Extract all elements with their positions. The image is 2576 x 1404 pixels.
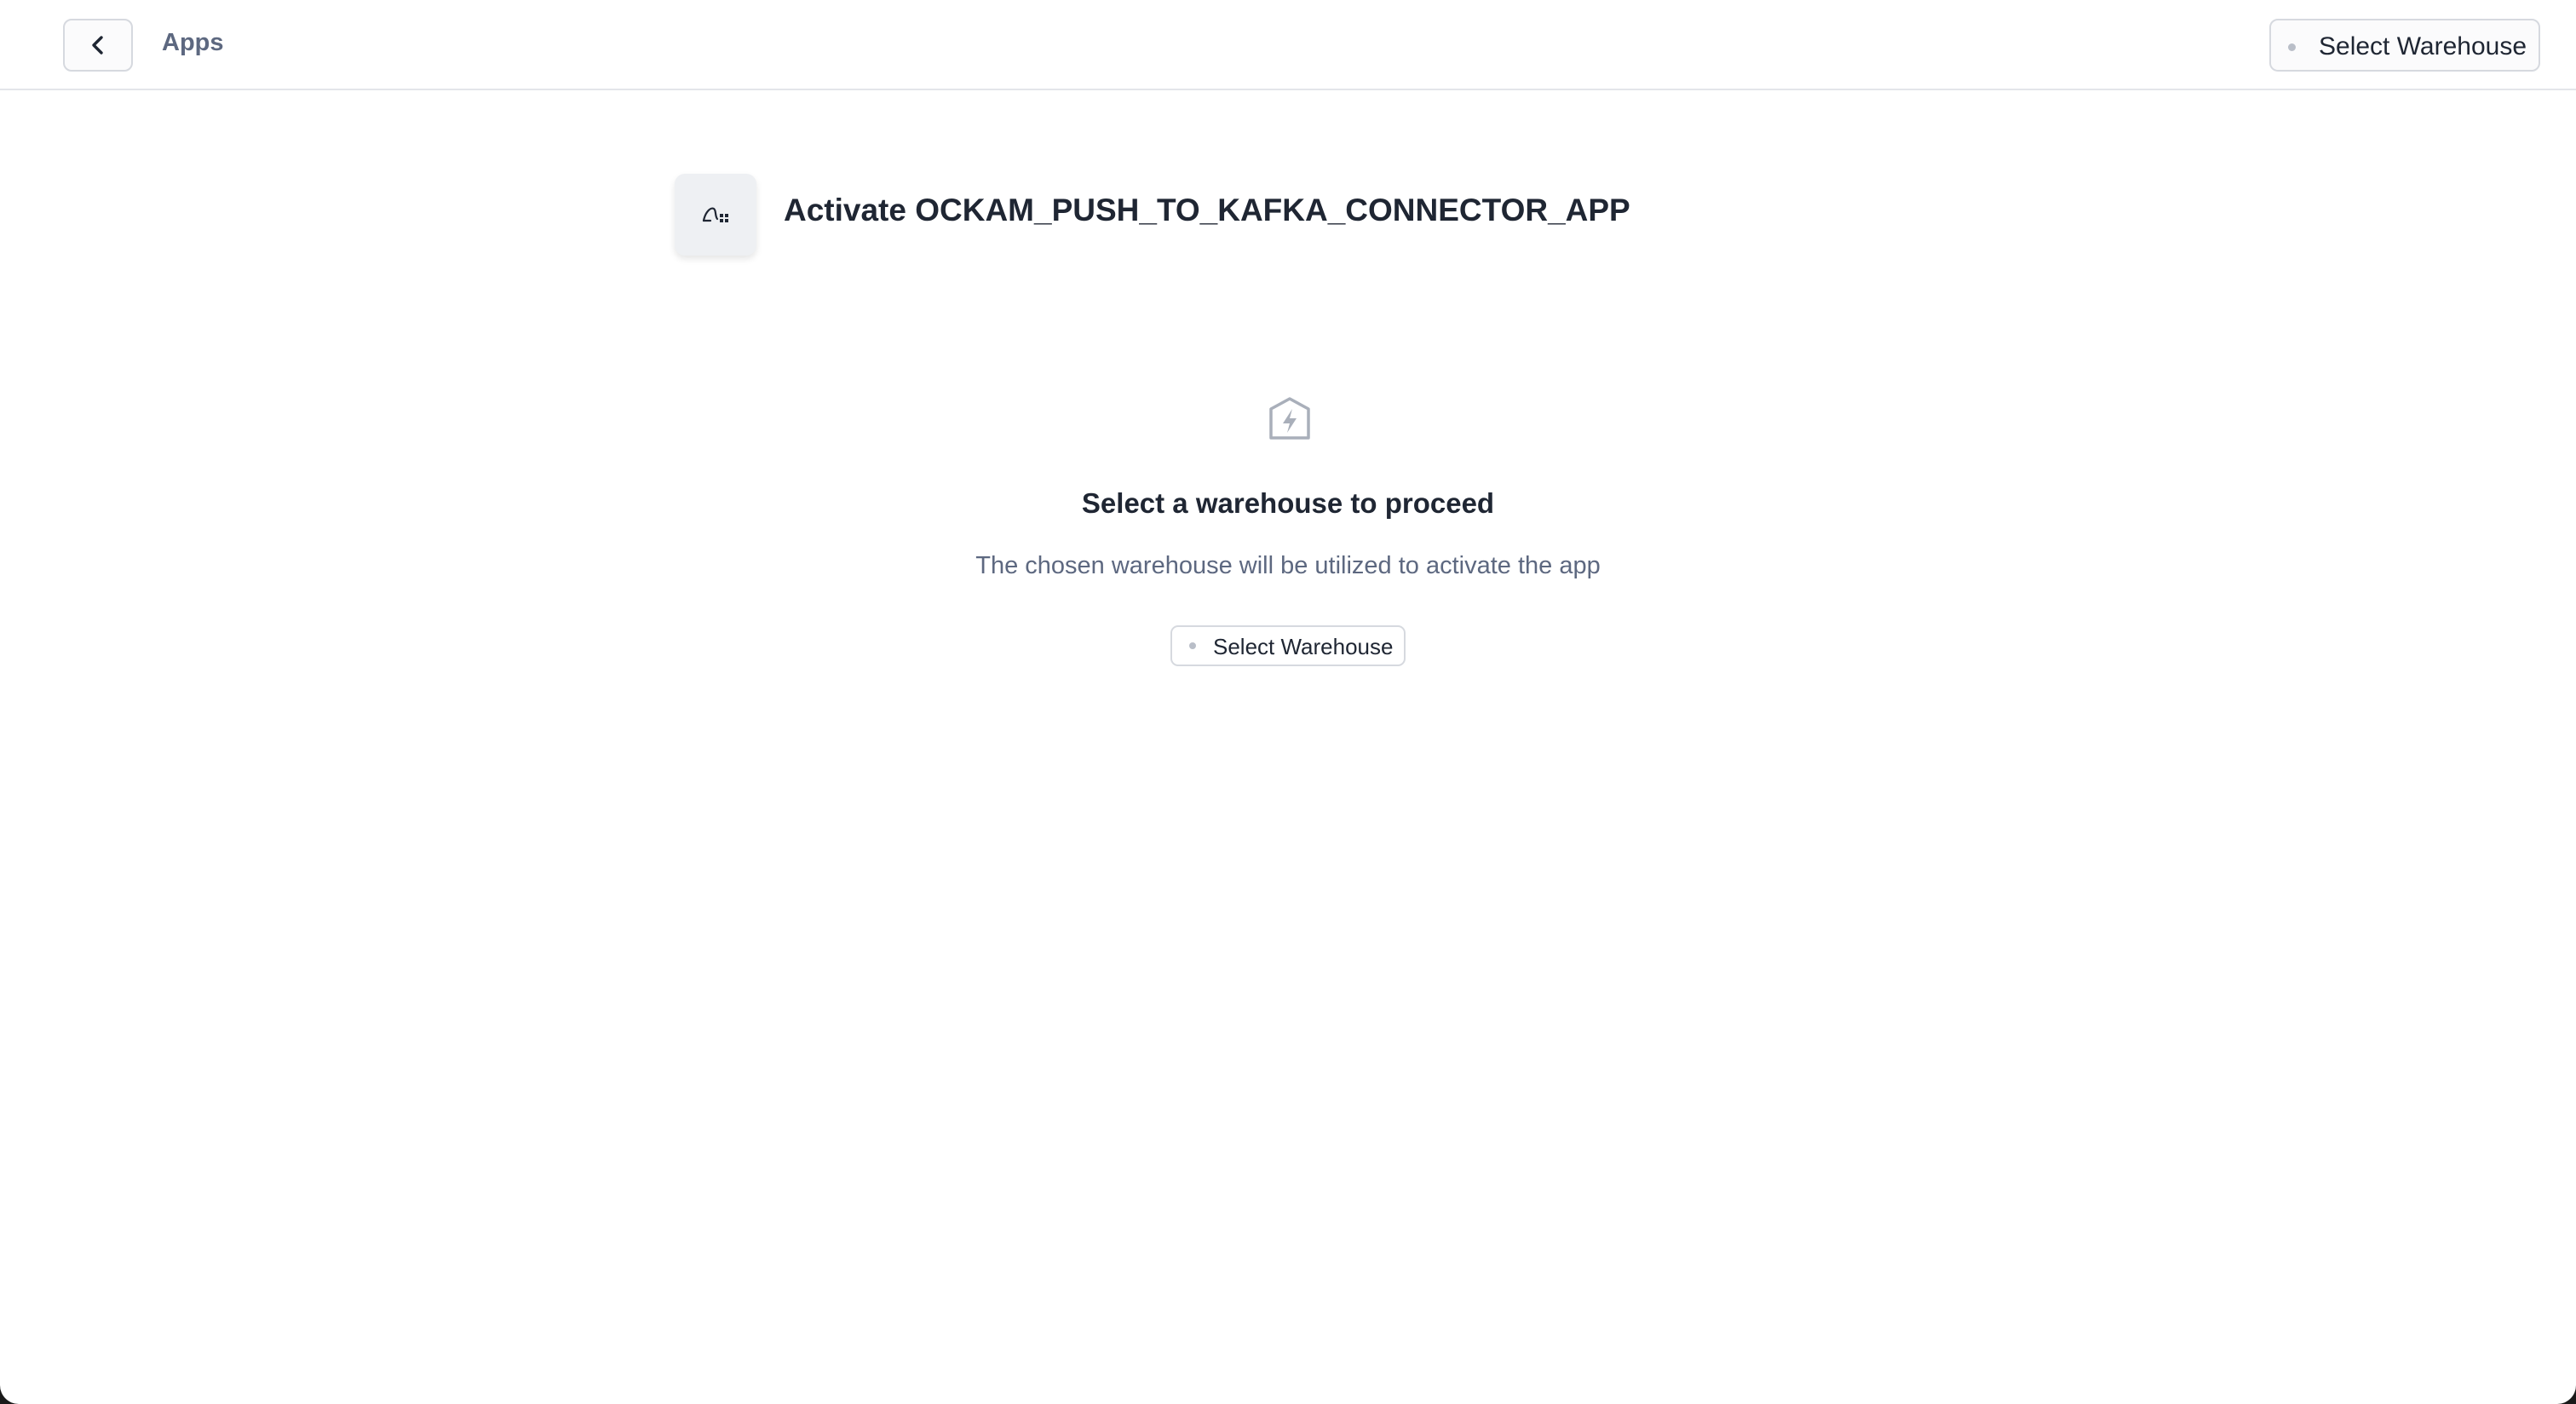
- select-warehouse-button-label: Select Warehouse: [1213, 634, 1394, 659]
- select-warehouse-label: Select Warehouse: [2319, 32, 2527, 60]
- select-warehouse-button[interactable]: Select Warehouse: [1170, 625, 1406, 666]
- select-warehouse-button-top[interactable]: Select Warehouse: [2269, 19, 2540, 72]
- bolt-house-icon: [1269, 397, 1310, 440]
- breadcrumb[interactable]: Apps: [162, 29, 224, 57]
- app-window: Apps Select Warehouse Activate OCKAM_PUS…: [0, 0, 2576, 1404]
- empty-state-description: The chosen warehouse will be utilized to…: [975, 552, 1601, 579]
- status-dot-icon: [2288, 43, 2296, 51]
- chevron-left-icon: [92, 36, 103, 55]
- app-logo-icon: [675, 174, 756, 256]
- status-dot-icon: [1189, 642, 1196, 649]
- top-bar: Apps Select Warehouse: [0, 0, 2576, 90]
- back-button[interactable]: [63, 19, 133, 72]
- page-title: Activate OCKAM_PUSH_TO_KAFKA_CONNECTOR_A…: [784, 193, 1630, 227]
- empty-state-heading: Select a warehouse to proceed: [1081, 487, 1495, 519]
